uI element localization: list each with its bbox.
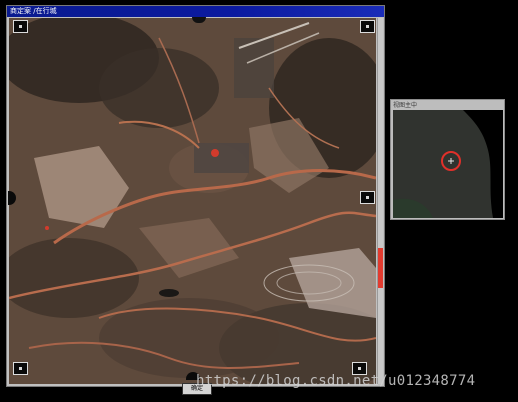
watermark: https://blog.csdn.net/u012348774: [196, 373, 476, 389]
overview-window: 视图主中: [390, 99, 505, 220]
nav-handle-top-right[interactable]: [360, 20, 375, 33]
nav-handle-bottom-left[interactable]: [13, 362, 28, 375]
satellite-image: [9, 18, 376, 384]
nav-handle-right[interactable]: [360, 191, 375, 204]
overview-title: 视图主中: [393, 102, 418, 109]
scrollbar-thumb[interactable]: [378, 248, 383, 288]
desktop: 商定案 /在行城 确定 视图主中 https://blog.csdn.net/u…: [0, 0, 518, 402]
nav-handle-top-left[interactable]: [13, 20, 28, 33]
image-viewer-window: 商定案 /在行城: [6, 5, 385, 387]
overview-map[interactable]: [393, 110, 503, 218]
titlebar[interactable]: 商定案 /在行城: [7, 6, 384, 17]
vertical-scrollbar[interactable]: [377, 18, 383, 384]
window-title: 商定案 /在行城: [10, 7, 57, 15]
satellite-image-view[interactable]: [9, 18, 376, 384]
overview-image: [393, 110, 503, 218]
